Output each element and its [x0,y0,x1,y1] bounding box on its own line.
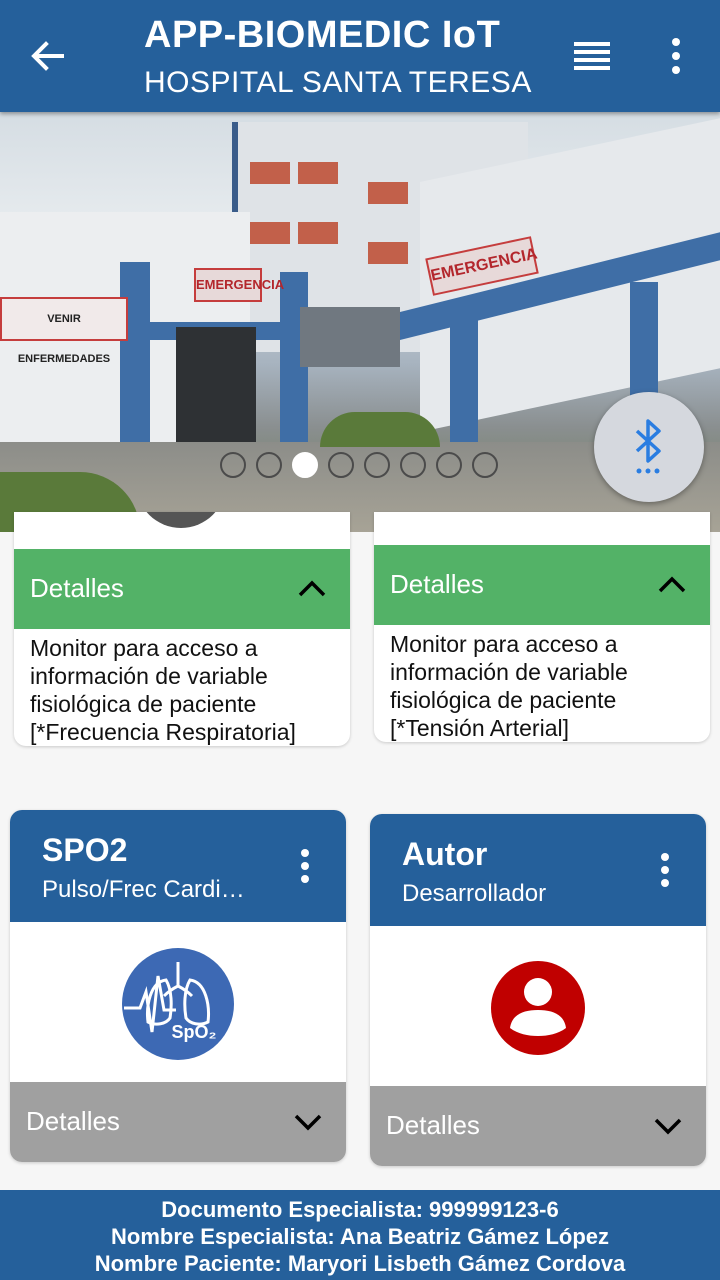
card-tension-arterial: Detalles Monitor para acceso a informaci… [374,512,710,742]
card-menu-icon[interactable] [298,848,312,884]
carousel-dot[interactable] [256,452,282,478]
specialist-document: Documento Especialista: 999999123-6 [161,1197,559,1222]
patient-name: Nombre Paciente: Maryori Lisbeth Gámez C… [94,1251,626,1276]
list-view-icon[interactable] [574,40,610,72]
back-arrow-icon[interactable] [28,36,68,76]
card-frecuencia-respiratoria: Detalles Monitor para acceso a informaci… [14,512,350,746]
bluetooth-fab[interactable] [594,392,704,502]
patient-info-footer: Documento Especialista: 999999123-6 Nomb… [0,1190,720,1280]
card-subtitle: Pulso/Frec Cardi… [42,876,245,903]
app-subtitle: HOSPITAL SANTA TERESA [144,66,532,99]
card-menu-icon[interactable] [658,852,672,888]
card-icon-partial [136,512,226,528]
hospital-banner-carousel[interactable]: EMERGENCIA EMERGENCIA VENIR ENFERMEDADES [0,112,720,532]
overflow-menu-icon[interactable] [664,36,688,76]
bluetooth-icon [635,419,661,474]
chevron-down-icon [654,1118,682,1135]
card-header: Autor Desarrollador [370,814,706,926]
card-description: Monitor para acceso a información de var… [30,635,296,745]
card-subtitle: Desarrollador [402,880,547,907]
card-title: Autor [402,836,488,872]
card-description: Monitor para acceso a información de var… [390,631,628,741]
details-toggle[interactable]: Detalles [374,545,710,625]
details-toggle[interactable]: Detalles [10,1082,346,1162]
user-avatar-icon [491,961,585,1055]
card-title: SPO2 [42,832,128,868]
carousel-dot[interactable] [220,452,246,478]
details-label: Detalles [30,573,124,603]
carousel-dot[interactable] [472,452,498,478]
details-toggle[interactable]: Detalles [370,1086,706,1166]
details-label: Detalles [26,1106,120,1136]
emergency-sign-left: EMERGENCIA [194,268,284,302]
app-title: APP-BIOMEDIC IoT [144,14,501,56]
spo2-icon-label: SpO₂ [172,1022,217,1042]
card-autor[interactable]: Autor Desarrollador Detalles [370,814,706,1166]
specialist-name: Nombre Especialista: Ana Beatriz Gámez L… [111,1224,609,1249]
app-bar: APP-BIOMEDIC IoT HOSPITAL SANTA TERESA [0,0,720,112]
carousel-dot[interactable] [328,452,354,478]
carousel-dot[interactable] [400,452,426,478]
details-label: Detalles [390,569,484,599]
chevron-up-icon [658,576,686,593]
spo2-lungs-icon: SpO₂ [122,948,234,1060]
details-toggle[interactable]: Detalles [14,549,350,629]
carousel-dot[interactable] [292,452,318,478]
details-label: Detalles [386,1110,480,1140]
carousel-indicators [220,452,498,480]
carousel-dot[interactable] [364,452,390,478]
card-spo2[interactable]: SPO2 Pulso/Frec Cardi… SpO₂ Detalles [10,810,346,1162]
chevron-down-icon [294,1114,322,1131]
carousel-dot[interactable] [436,452,462,478]
card-header: SPO2 Pulso/Frec Cardi… [10,810,346,922]
chevron-up-icon [298,580,326,597]
health-campaign-banner: VENIR ENFERMEDADES [0,297,128,365]
